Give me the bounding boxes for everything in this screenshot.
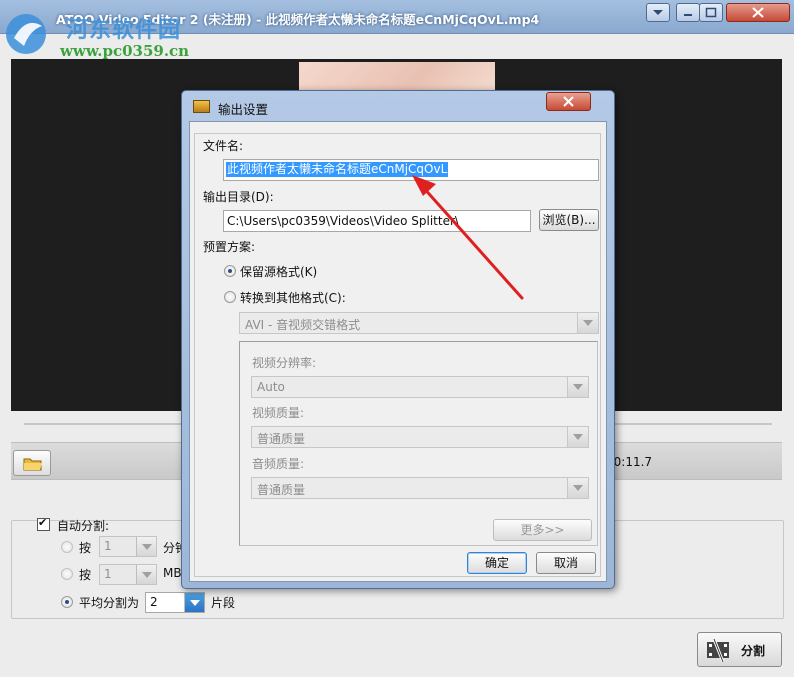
keep-source-label: 保留源格式(K) — [240, 265, 318, 279]
convert-format-radio[interactable] — [224, 291, 236, 303]
close-icon — [563, 96, 574, 107]
video-quality-select[interactable]: 普通质量 — [251, 426, 589, 448]
folder-icon — [23, 458, 42, 471]
split-time-stepper[interactable]: 1 — [99, 536, 157, 557]
split-average-label: 平均分割为 — [79, 596, 140, 610]
browse-button[interactable]: 浏览(B)... — [539, 209, 599, 231]
maximize-button[interactable] — [699, 3, 723, 22]
split-average-stepper[interactable]: 2 — [145, 592, 205, 613]
cancel-button[interactable]: 取消 — [536, 552, 596, 574]
chevron-down-icon — [653, 10, 663, 15]
close-icon — [752, 7, 764, 18]
keep-source-radio[interactable] — [224, 265, 236, 277]
split-by-size-radio[interactable] — [61, 568, 73, 580]
split-by-time-label: 按 — [79, 541, 92, 555]
output-dir-input[interactable]: C:\Users\pc0359\Videos\Video Splitter\ — [223, 210, 531, 232]
watermark-site-name: 河东软件园 — [66, 17, 182, 43]
split-size-unit: MB — [163, 566, 182, 580]
dialog-body: 文件名: 此视频作者太懒未命名标题eCnMjCqOvL 输出目录(D): C:\… — [189, 121, 607, 582]
auto-split-label: 自动分割: — [57, 519, 110, 533]
split-size-stepper[interactable]: 1 — [99, 564, 157, 585]
dialog-app-icon — [193, 100, 210, 113]
minimize-icon — [684, 14, 692, 16]
split-average-unit: 片段 — [211, 596, 236, 610]
menu-button[interactable] — [646, 3, 670, 22]
video-quality-label: 视频质量: — [252, 406, 305, 420]
split-by-time-radio[interactable] — [61, 541, 73, 553]
open-file-button[interactable] — [13, 450, 51, 476]
format-select[interactable]: AVI - 音视频交错格式 — [239, 312, 599, 334]
audio-quality-label: 音频质量: — [252, 457, 305, 471]
video-resolution-select[interactable]: Auto — [251, 376, 589, 398]
close-button[interactable] — [726, 3, 790, 22]
split-average-radio[interactable] — [61, 596, 73, 608]
split-button-label: 分割 — [741, 644, 766, 658]
dialog-title: 输出设置 — [218, 102, 269, 117]
more-button[interactable]: 更多>> — [493, 519, 592, 541]
preset-label: 预置方案: — [203, 240, 256, 254]
auto-split-checkbox[interactable] — [37, 516, 50, 531]
filename-input[interactable]: 此视频作者太懒未命名标题eCnMjCqOvL — [223, 159, 599, 181]
convert-format-label: 转换到其他格式(C): — [240, 291, 346, 305]
split-by-size-label: 按 — [79, 568, 92, 582]
ok-button[interactable]: 确定 — [467, 552, 527, 574]
maximize-icon — [705, 7, 717, 18]
split-button[interactable]: 分割 — [697, 632, 782, 667]
watermark-logo-icon — [6, 14, 46, 54]
output-dir-label: 输出目录(D): — [203, 190, 274, 204]
minimize-button[interactable] — [676, 3, 700, 22]
output-settings-dialog: 输出设置 文件名: 此视频作者太懒未命名标题eCnMjCqOvL 输出目录(D)… — [181, 90, 615, 589]
dialog-close-button[interactable] — [546, 92, 591, 111]
audio-quality-select[interactable]: 普通质量 — [251, 477, 589, 499]
filename-label: 文件名: — [203, 139, 244, 153]
watermark-url: www.pc0359.cn — [60, 42, 190, 60]
film-cut-icon — [707, 638, 729, 663]
video-resolution-label: 视频分辨率: — [252, 356, 317, 370]
